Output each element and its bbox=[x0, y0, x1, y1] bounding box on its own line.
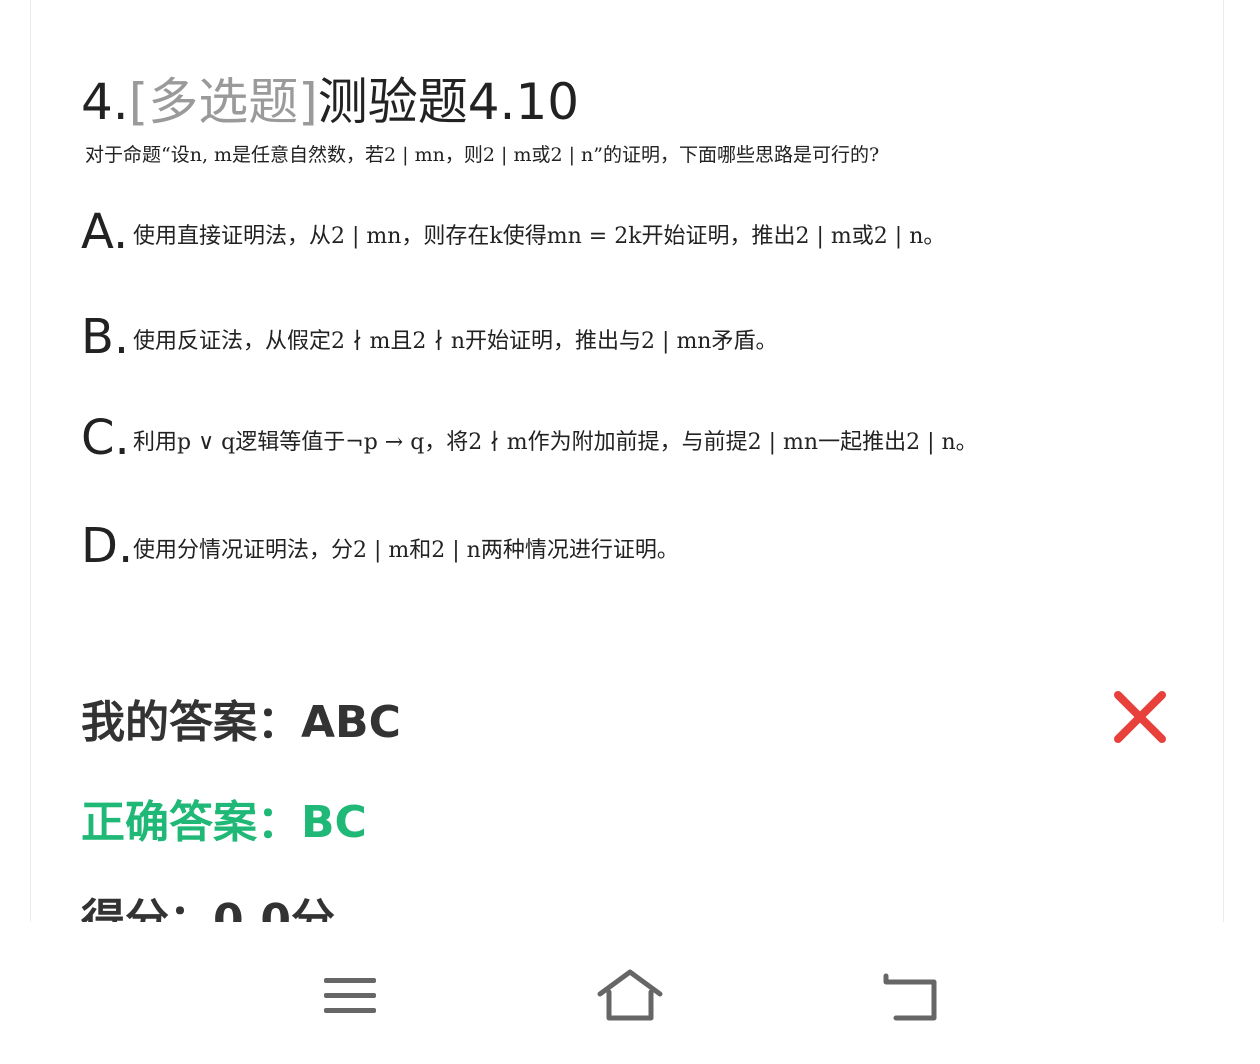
question-title-text: 测验题4.10 bbox=[317, 73, 580, 131]
option-letter: D. bbox=[81, 518, 134, 574]
option-d[interactable]: D. 使用分情况证明法，分2 | m和2 | n两种情况进行证明。 bbox=[81, 522, 679, 570]
home-button[interactable] bbox=[595, 966, 665, 1026]
question-card: 4.[多选题]测验题4.10 对于命题“设n, m是任意自然数，若2 | mn，… bbox=[30, 0, 1224, 922]
option-letter: B. bbox=[81, 309, 130, 365]
back-button[interactable] bbox=[875, 966, 945, 1026]
option-text: 使用分情况证明法，分2 | m和2 | n两种情况进行证明。 bbox=[133, 538, 679, 563]
my-answer: 我的答案：ABC bbox=[81, 697, 401, 748]
question-number: 4. bbox=[81, 73, 129, 131]
option-a[interactable]: A. 使用直接证明法，从2 | mn，则存在k使得mn = 2k开始证明，推出2… bbox=[81, 208, 945, 256]
question-title: 4.[多选题]测验题4.10 bbox=[81, 62, 579, 134]
option-letter: C. bbox=[81, 410, 130, 466]
home-icon bbox=[597, 969, 663, 1021]
back-icon bbox=[883, 973, 937, 1021]
option-c[interactable]: C. 利用p ∨ q逻辑等值于¬p → q，将2 ∤ m作为附加前提，与前提2 … bbox=[81, 414, 978, 462]
question-stem: 对于命题“设n, m是任意自然数，若2 | mn，则2 | m或2 | n”的证… bbox=[85, 144, 880, 166]
option-b[interactable]: B. 使用反证法，从假定2 ∤ m且2 ∤ n开始证明，推出与2 | mn矛盾。 bbox=[81, 313, 777, 361]
menu-button[interactable] bbox=[315, 966, 385, 1026]
system-nav-bar bbox=[0, 922, 1260, 1064]
option-text: 利用p ∨ q逻辑等值于¬p → q，将2 ∤ m作为附加前提，与前提2 | m… bbox=[133, 430, 978, 455]
option-letter: A. bbox=[81, 204, 129, 260]
menu-icon bbox=[324, 978, 376, 1013]
score: 得分：0.0分 bbox=[81, 895, 335, 922]
option-text: 使用反证法，从假定2 ∤ m且2 ∤ n开始证明，推出与2 | mn矛盾。 bbox=[133, 329, 778, 354]
question-type-label: [多选题] bbox=[128, 73, 318, 131]
close-icon bbox=[1111, 688, 1169, 746]
correct-answer: 正确答案：BC bbox=[81, 797, 367, 848]
option-text: 使用直接证明法，从2 | mn，则存在k使得mn = 2k开始证明，推出2 | … bbox=[133, 224, 946, 249]
